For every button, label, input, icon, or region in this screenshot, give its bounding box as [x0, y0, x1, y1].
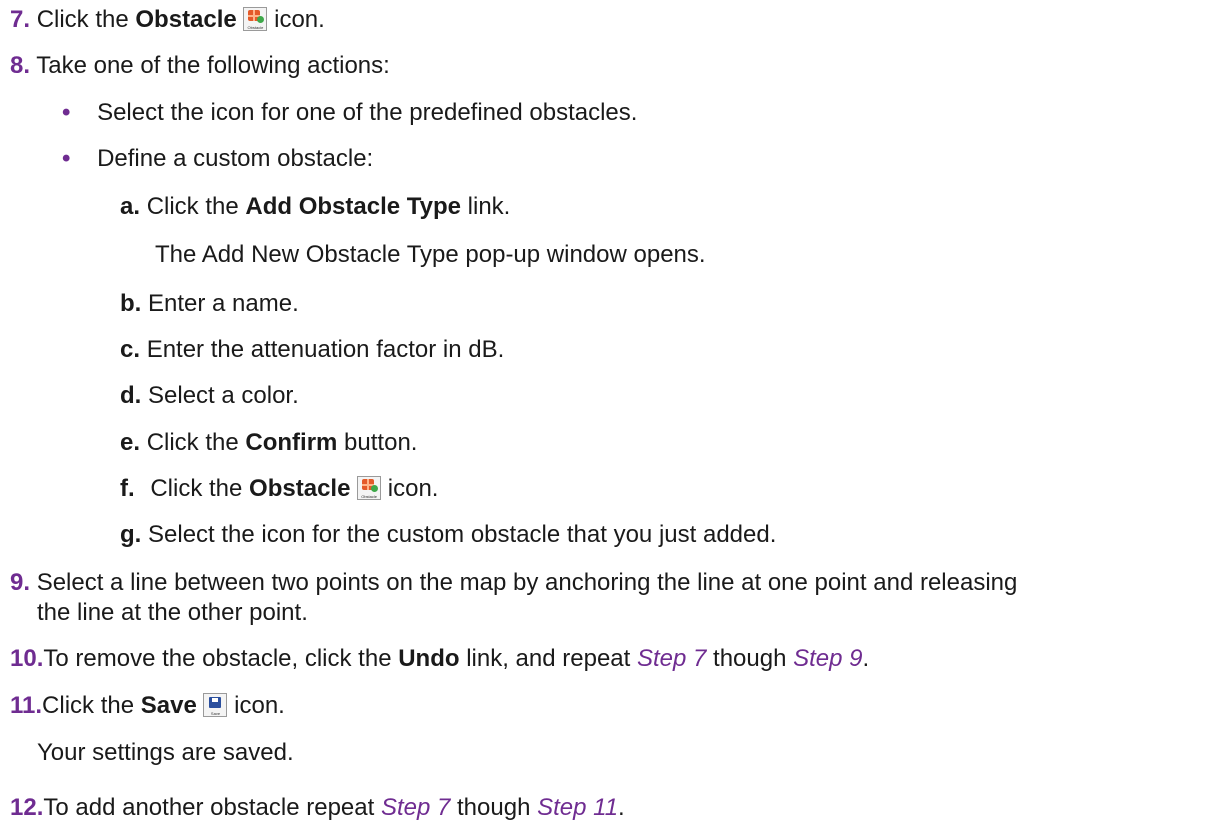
step-number: 7. [10, 6, 31, 33]
obstacle-icon: Obstacle [357, 476, 382, 500]
substep-a: a. Click the Add Obstacle Type link. [120, 193, 510, 221]
substep-text: button. [337, 429, 418, 456]
bullet-item: • Select the icon for one of the predefi… [62, 99, 637, 127]
save-icon: Save [203, 693, 228, 717]
step-text: To add another obstacle repeat [43, 794, 381, 821]
substep-f: f. Click the Obstacle Obstacle icon. [120, 475, 438, 503]
ui-term-undo: Undo [398, 645, 460, 672]
step-text: though [706, 645, 794, 672]
step-link-7[interactable]: Step 7 [381, 794, 450, 821]
substep-text: link. [461, 193, 511, 220]
step-text: Take one of the following actions: [36, 52, 390, 79]
step-7: 7. Click the Obstacle Obstacle icon. [10, 6, 325, 34]
bullet-text: Define a custom obstacle: [97, 145, 374, 172]
step-text: Click the [36, 6, 136, 33]
substep-letter: g. [120, 521, 142, 548]
substep-text: Enter a name. [148, 290, 299, 317]
substep-text: Click the [146, 429, 246, 456]
step-number: 12. [10, 794, 44, 821]
step-text: though [450, 794, 538, 821]
substep-text: Click the [146, 193, 246, 220]
bullet-text: Select the icon for one of the predefine… [97, 99, 638, 126]
step-12: 12.To add another obstacle repeat Step 7… [10, 794, 625, 822]
step-10: 10.To remove the obstacle, click the Und… [10, 645, 869, 673]
substep-b: b. Enter a name. [120, 290, 299, 318]
step-11: 11.Click the Save Save icon. [10, 692, 285, 720]
substep-letter: d. [120, 382, 142, 409]
ui-term-save: Save [140, 692, 197, 719]
step-text: . [862, 645, 870, 672]
substep-g: g. Select the icon for the custom obstac… [120, 521, 776, 549]
step-9-continued: the line at the other point. [37, 599, 308, 626]
ui-term-add-obstacle-type: Add Obstacle Type [245, 193, 461, 220]
bullet-item: • Define a custom obstacle: [62, 145, 373, 173]
step-text: icon. [227, 692, 285, 719]
step-text: Select a line between two points on the … [36, 569, 1018, 596]
step-link-9[interactable]: Step 9 [793, 645, 862, 672]
substep-letter: b. [120, 290, 142, 317]
step-8: 8. Take one of the following actions: [10, 52, 390, 80]
substep-letter: e. [120, 429, 141, 456]
step-text: Click the [42, 692, 141, 719]
substep-text: Select a color. [148, 382, 299, 409]
substep-text: Enter the attenuation factor in dB. [146, 336, 505, 363]
bullet-icon: • [62, 99, 71, 126]
substep-d: d. Select a color. [120, 382, 299, 410]
step-number: 8. [10, 52, 31, 79]
step-11-result: Your settings are saved. [37, 739, 294, 766]
substep-letter: f. [120, 475, 135, 502]
step-text: icon. [267, 6, 325, 33]
step-text: To remove the obstacle, click the [43, 645, 399, 672]
substep-a-result: The Add New Obstacle Type pop-up window … [155, 241, 706, 268]
bullet-icon: • [62, 145, 71, 172]
step-link-7[interactable]: Step 7 [637, 645, 706, 672]
obstacle-icon: Obstacle [243, 7, 268, 31]
substep-c: c. Enter the attenuation factor in dB. [120, 336, 504, 364]
substep-letter: c. [120, 336, 141, 363]
step-text: link, and repeat [459, 645, 637, 672]
substep-text: icon. [381, 475, 439, 502]
substep-letter: a. [120, 193, 141, 220]
substep-e: e. Click the Confirm button. [120, 429, 417, 457]
ui-term-obstacle: Obstacle [249, 475, 351, 502]
substep-text: Select the icon for the custom obstacle … [148, 521, 777, 548]
step-text: . [618, 794, 625, 821]
substep-text: Click the [150, 475, 250, 502]
step-number: 11. [10, 692, 43, 719]
step-number: 10. [10, 645, 44, 672]
ui-term-obstacle: Obstacle [135, 6, 237, 33]
step-9: 9. Select a line between two points on t… [10, 569, 1017, 597]
step-number: 9. [10, 569, 31, 596]
step-link-11[interactable]: Step 11 [537, 794, 618, 821]
ui-term-confirm: Confirm [245, 429, 338, 456]
